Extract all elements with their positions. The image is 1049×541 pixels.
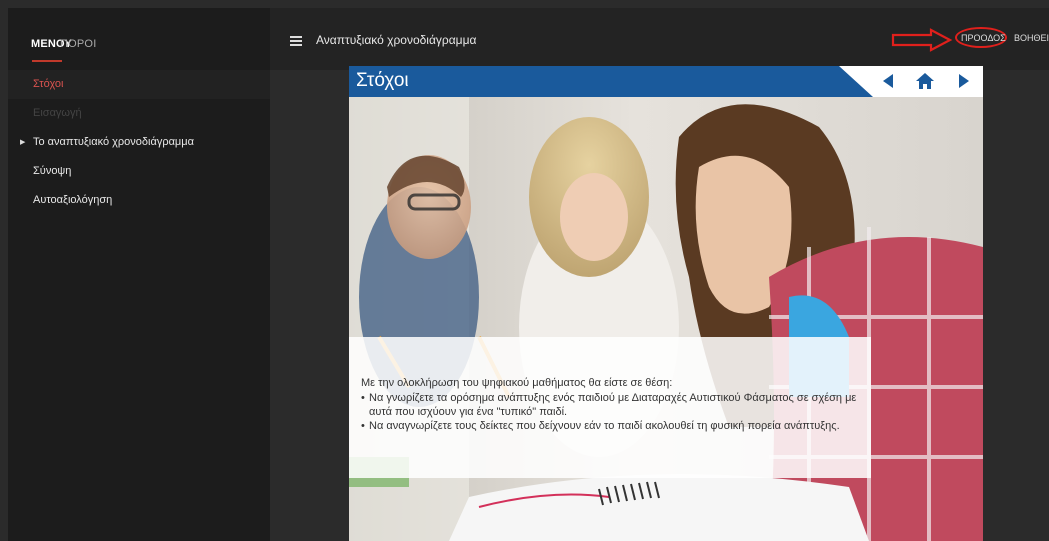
goals-list: Να γνωρίζετε τα ορόσημα ανάπτυξης ενός π…: [361, 391, 866, 433]
goals-intro: Με την ολοκλήρωση του ψηφιακού μαθήματος…: [361, 377, 673, 389]
sidebar-item-summary[interactable]: Σύνοψη: [8, 157, 270, 186]
hamburger-icon[interactable]: [290, 36, 302, 48]
content-panel: Στόχοι Με την ολοκλήρωση του ψηφιακού μα…: [349, 66, 983, 541]
list-item: Να αναγνωρίζετε τους δείκτες που δείχνου…: [361, 419, 866, 433]
help-button[interactable]: ΒΟΗΘΕΙΑ: [1014, 33, 1049, 43]
annotation-arrow-icon: [891, 28, 953, 52]
sidebar-item-label: Σύνοψη: [33, 165, 72, 177]
chevron-right-icon: ▶: [20, 139, 26, 146]
tab-resources[interactable]: ΠΟΡΟΙ: [60, 38, 96, 50]
sidebar-item-label: Εισαγωγή: [33, 107, 82, 119]
sidebar-item-label: Αυτοαξιολόγηση: [33, 194, 113, 206]
sidebar: ΜΕΝΟΥ ΠΟΡΟΙ Στόχοι Εισαγωγή ▶ Το αναπτυξ…: [8, 8, 270, 541]
progress-button[interactable]: ΠΡΟΟΔΟΣ: [961, 33, 1006, 43]
sidebar-item-goals[interactable]: Στόχοι: [8, 70, 270, 99]
goals-text-box: Με την ολοκλήρωση του ψηφιακού μαθήματος…: [349, 337, 871, 478]
next-icon[interactable]: [957, 72, 971, 90]
panel-title: Στόχοι: [356, 70, 409, 91]
previous-icon[interactable]: [881, 72, 895, 90]
sidebar-item-label: Το αναπτυξιακό χρονοδιάγραμμα: [33, 136, 194, 148]
sidebar-item-label: Στόχοι: [33, 78, 64, 90]
home-icon[interactable]: [915, 72, 935, 90]
sidebar-item-introduction: Εισαγωγή: [8, 99, 270, 128]
sidebar-item-self-assessment[interactable]: Αυτοαξιολόγηση: [8, 186, 270, 215]
nav-notch: [839, 66, 873, 97]
slide-navigation: [873, 66, 983, 97]
page-title: Αναπτυξιακό χρονοδιάγραμμα: [316, 33, 477, 47]
panel-header: Στόχοι: [349, 66, 983, 97]
top-bar: Αναπτυξιακό χρονοδιάγραμμα ΠΡΟΟΔΟΣ ΒΟΗΘΕ…: [270, 8, 1049, 70]
list-item: Να γνωρίζετε τα ορόσημα ανάπτυξης ενός π…: [361, 391, 866, 419]
active-tab-indicator: [32, 60, 62, 62]
sidebar-tabs: ΜΕΝΟΥ ΠΟΡΟΙ: [8, 8, 270, 70]
sidebar-item-timeline[interactable]: ▶ Το αναπτυξιακό χρονοδιάγραμμα: [8, 128, 270, 157]
